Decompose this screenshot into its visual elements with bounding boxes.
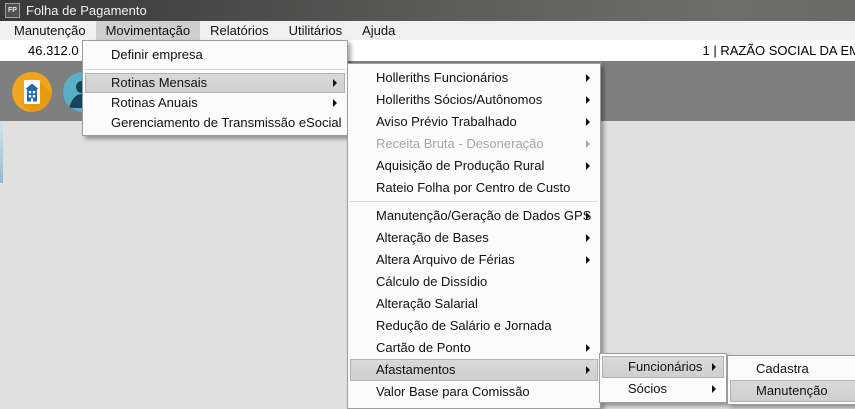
menubar-item-utilitarios[interactable]: Utilitários — [279, 21, 352, 40]
menu-separator — [350, 201, 598, 203]
menu-item-funcionarios[interactable]: Funcionários — [602, 356, 724, 378]
menu-item-label: Valor Base para Comissão — [376, 384, 530, 399]
menu-item-label: Receita Bruta - Desoneração — [376, 136, 544, 151]
submenu-arrow-icon — [712, 363, 716, 371]
menu-item-socios[interactable]: Sócios — [602, 378, 724, 400]
menu-item-label: Manutenção/Geração de Dados GPS — [376, 208, 591, 223]
menu-item-label: Rateio Folha por Centro de Custo — [376, 180, 570, 195]
submenu-arrow-icon — [586, 74, 590, 82]
menubar-item-relatorios[interactable]: Relatórios — [200, 21, 279, 40]
menu-item-manutencao[interactable]: Manutenção — [730, 380, 855, 402]
menu-item-reducao-de-salario-e-jornada[interactable]: Redução de Salário e Jornada — [350, 315, 598, 337]
menu-item-label: Afastamentos — [376, 362, 456, 377]
menu-item-label: Aviso Prévio Trabalhado — [376, 114, 517, 129]
menu-item-gerenciamento-de-transmissao-esocial[interactable]: Gerenciamento de Transmissão eSocial — [85, 113, 345, 133]
menu-item-label: Alteração de Bases — [376, 230, 489, 245]
submenu-arrow-icon — [586, 140, 590, 148]
menu-item-manutencao-geracao-de-dados-gps[interactable]: Manutenção/Geração de Dados GPS — [350, 205, 598, 227]
menu-item-label: Manutenção — [756, 383, 828, 398]
menu-item-label: Funcionários — [628, 359, 702, 374]
menu-item-receita-bruta-desoneracao[interactable]: Receita Bruta - Desoneração — [350, 133, 598, 155]
submenu-arrow-icon — [586, 344, 590, 352]
menu-item-label: Holleriths Funcionários — [376, 70, 508, 85]
menu-item-label: Holleriths Sócios/Autônomos — [376, 92, 542, 107]
menu-item-label: Sócios — [628, 381, 667, 396]
menu-item-holleriths-funcionarios[interactable]: Holleriths Funcionários — [350, 67, 598, 89]
menu-item-label: Aquisição de Produção Rural — [376, 158, 544, 173]
submenu-arrow-icon — [333, 79, 337, 87]
menu-item-label: Definir empresa — [111, 47, 203, 62]
menu-item-rotinas-anuais[interactable]: Rotinas Anuais — [85, 93, 345, 113]
menubar-item-movimentacao[interactable]: Movimentação — [96, 21, 201, 40]
submenu-arrow-icon — [333, 99, 337, 107]
submenu-arrow-icon — [586, 366, 590, 374]
menu-item-aviso-previo-trabalhado[interactable]: Aviso Prévio Trabalhado — [350, 111, 598, 133]
menu-item-cadastra[interactable]: Cadastra — [730, 358, 855, 380]
menu-separator — [85, 69, 345, 71]
menu-item-label: Redução de Salário e Jornada — [376, 318, 552, 333]
window-title: Folha de Pagamento — [26, 3, 147, 18]
menu-item-label: Alteração Salarial — [376, 296, 478, 311]
submenu-arrow-icon — [586, 234, 590, 242]
menubar-item-ajuda[interactable]: Ajuda — [352, 21, 405, 40]
menu-item-afastamentos[interactable]: Afastamentos — [350, 359, 598, 381]
company-building-icon[interactable] — [12, 72, 52, 112]
menu-item-label: Rotinas Mensais — [111, 75, 207, 90]
menu-bar: ManutençãoMovimentaçãoRelatóriosUtilitár… — [0, 21, 855, 40]
menu-item-rotinas-mensais[interactable]: Rotinas Mensais — [85, 73, 345, 93]
menu-item-rateio-folha-por-centro-de-custo[interactable]: Rateio Folha por Centro de Custo — [350, 177, 598, 199]
menu-item-calculo-de-dissidio[interactable]: Cálculo de Dissídio — [350, 271, 598, 293]
submenu-afastamentos: Funcionários Sócios — [599, 353, 727, 403]
menubar-item-manutencao[interactable]: Manutenção — [4, 21, 96, 40]
menu-item-label: Altera Arquivo de Férias — [376, 252, 515, 267]
menu-item-label: Cartão de Ponto — [376, 340, 471, 355]
menu-item-label: Cálculo de Dissídio — [376, 274, 487, 289]
menu-item-altera-arquivo-de-ferias[interactable]: Altera Arquivo de Férias — [350, 249, 598, 271]
menu-item-label: Gerenciamento de Transmissão eSocial — [111, 115, 342, 130]
title-bar: FP Folha de Pagamento — [0, 0, 855, 21]
submenu-arrow-icon — [586, 118, 590, 126]
menu-item-label: Cadastra — [756, 361, 809, 376]
submenu-arrow-icon — [586, 256, 590, 264]
dropdown-menu-movimentacao: Definir empresa Rotinas Mensais Rotinas An… — [82, 40, 348, 136]
menu-item-valor-base-para-comissao[interactable]: Valor Base para Comissão — [350, 381, 598, 403]
submenu-arrow-icon — [586, 162, 590, 170]
menu-item-cartao-de-ponto[interactable]: Cartão de Ponto — [350, 337, 598, 359]
menu-item-definir-empresa[interactable]: Definir empresa — [85, 43, 345, 67]
submenu-rotinas-mensais: Holleriths Funcionários Holleriths Sócios… — [347, 63, 601, 409]
window-edge — [0, 122, 3, 183]
submenu-arrow-icon — [712, 385, 716, 393]
company-code: 46.312.0 — [28, 40, 79, 61]
menu-item-alteracao-de-bases[interactable]: Alteração de Bases — [350, 227, 598, 249]
menu-item-alteracao-salarial[interactable]: Alteração Salarial — [350, 293, 598, 315]
submenu-arrow-icon — [586, 96, 590, 104]
company-name: 1 | RAZÃO SOCIAL DA EM — [560, 40, 855, 61]
app-icon: FP — [5, 3, 20, 18]
submenu-funcionarios: Cadastra Manutenção — [727, 355, 855, 405]
menu-item-label: Rotinas Anuais — [111, 95, 198, 110]
menu-item-holleriths-socios-autonomos[interactable]: Holleriths Sócios/Autônomos — [350, 89, 598, 111]
menu-item-aquisicao-de-producao-rural[interactable]: Aquisição de Produção Rural — [350, 155, 598, 177]
submenu-arrow-icon — [586, 212, 590, 220]
